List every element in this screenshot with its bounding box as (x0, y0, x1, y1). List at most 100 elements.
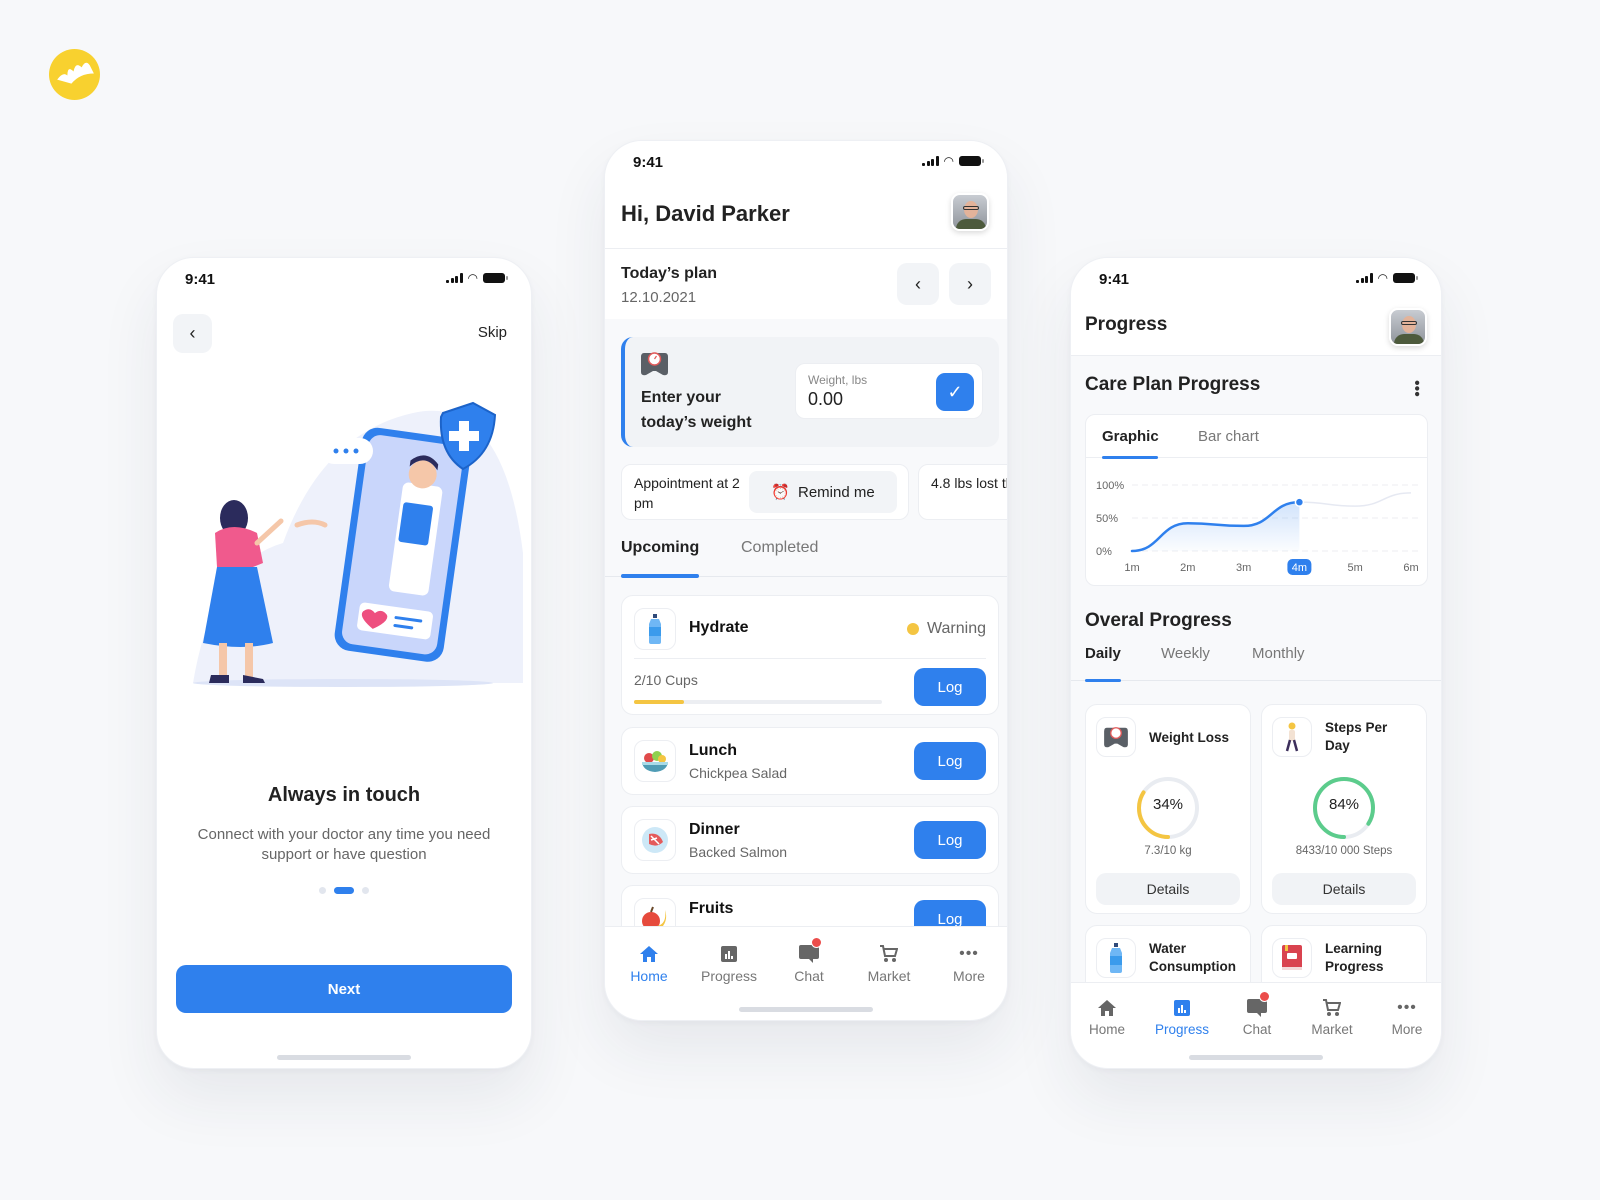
appointment-card: Appointment at 2 pm ⏰ Remind me (621, 464, 909, 520)
tab-weekly[interactable]: Weekly (1161, 645, 1210, 662)
tab-label: Progress (1154, 1022, 1210, 1037)
warning-dot-icon (907, 623, 920, 635)
tab-home[interactable]: Home (1071, 997, 1143, 1037)
weight-lost-card: 4.8 lbs lost this month (918, 464, 1007, 520)
divider (605, 248, 1007, 249)
x-tick-label: 4m (1292, 562, 1307, 574)
status-bar: 9:41 ◠ (157, 258, 531, 302)
back-button[interactable]: ‹ (173, 314, 212, 353)
weight-prompt: Enter your today’s weight (641, 389, 752, 431)
next-day-button[interactable]: › (949, 263, 991, 305)
prev-day-button[interactable]: ‹ (897, 263, 939, 305)
hydrate-progress-bar (634, 700, 882, 704)
status-bar: 9:41 ◠ (1071, 258, 1441, 302)
percent-value: 84% (1328, 796, 1360, 813)
chevron-left-icon: ‹ (915, 273, 921, 294)
status-time: 9:41 (185, 271, 216, 288)
tab-progress[interactable]: Progress (1146, 997, 1218, 1037)
wifi-icon: ◠ (467, 271, 478, 285)
card-title: Weight Loss (1149, 730, 1230, 745)
bottom-tab-bar: Home Progress Chat Market ••• More (1071, 982, 1441, 1068)
status-time: 9:41 (1099, 271, 1130, 288)
kebab-menu-icon[interactable]: ••• (1408, 380, 1425, 397)
tab-upcoming[interactable]: Upcoming (621, 539, 699, 557)
greeting-title: Hi, David Parker (621, 201, 790, 226)
avatar[interactable] (1389, 308, 1427, 346)
tab-chat[interactable]: Chat (1221, 991, 1293, 1037)
tab-label: Home (630, 968, 668, 984)
weight-input-field[interactable]: Weight, lbs 0.00 ✓ (795, 363, 983, 419)
status-text: Warning (927, 620, 986, 637)
wifi-icon: ◠ (1377, 271, 1388, 285)
tab-more[interactable]: ••• More (929, 943, 1007, 984)
tab-underline (621, 574, 699, 578)
log-button[interactable]: Log (914, 742, 986, 780)
tab-underline (1085, 679, 1121, 682)
details-button[interactable]: Details (1272, 873, 1416, 905)
tab-label: Market (1311, 1022, 1353, 1037)
task-name: Hydrate (689, 619, 749, 636)
x-tick-label: 6m (1403, 562, 1418, 574)
tab-progress[interactable]: Progress (689, 943, 769, 984)
water-bottle-icon (634, 608, 676, 650)
y-tick-label: 0% (1096, 546, 1112, 558)
care-plan-line-chart: 0% 50% 100% 1m 2m 3m 4m 5m 6m (1096, 480, 1421, 575)
progress-screen: 9:41 ◠ Progress Care Plan Progress ••• G… (1070, 257, 1442, 1069)
tab-daily[interactable]: Daily (1085, 645, 1121, 662)
home-indicator (1189, 1055, 1323, 1060)
skip-button[interactable]: Skip (478, 324, 507, 341)
log-button[interactable]: Log (914, 821, 986, 859)
tab-completed[interactable]: Completed (741, 539, 818, 557)
highlight-point (1294, 497, 1305, 507)
weight-entry-card: Enter your today’s weight Weight, lbs 0.… (621, 337, 999, 447)
scale-icon (641, 352, 668, 376)
x-tick-label: 2m (1180, 562, 1195, 574)
chevron-right-icon: › (967, 273, 973, 294)
confirm-weight-button[interactable]: ✓ (936, 373, 974, 411)
notification-badge (811, 937, 822, 948)
tab-label: Chat (1242, 1022, 1272, 1037)
walking-person-icon (1272, 717, 1312, 757)
avatar[interactable] (951, 193, 989, 231)
more-dots-icon: ••• (959, 945, 979, 962)
page-dot-active[interactable] (334, 887, 354, 894)
notification-badge (1259, 991, 1270, 1002)
book-icon (1272, 938, 1312, 978)
details-button[interactable]: Details (1096, 873, 1240, 905)
tab-bar-chart[interactable]: Bar chart (1198, 428, 1259, 445)
divider (634, 658, 986, 659)
weight-input-value[interactable]: 0.00 (808, 389, 843, 410)
next-button[interactable]: Next (176, 965, 512, 1013)
tab-market[interactable]: Market (849, 943, 929, 984)
cart-icon (1323, 999, 1341, 1016)
plan-date: 12.10.2021 (621, 289, 697, 306)
page-dot[interactable] (362, 887, 369, 894)
series-line-projected (1299, 492, 1412, 507)
alarm-clock-icon: ⏰ (771, 484, 790, 501)
tab-more[interactable]: ••• More (1371, 997, 1441, 1037)
more-dots-icon: ••• (1397, 999, 1417, 1016)
card-subtitle: 8433/10 000 Steps (1295, 845, 1393, 857)
page-dot[interactable] (319, 887, 326, 894)
x-tick-label: 5m (1348, 562, 1363, 574)
y-tick-label: 50% (1096, 513, 1118, 525)
tab-monthly[interactable]: Monthly (1252, 645, 1305, 662)
weight-lost-text: 4.8 lbs lost this month (931, 475, 1007, 491)
tab-graphic[interactable]: Graphic (1102, 428, 1159, 445)
remind-me-button[interactable]: ⏰ Remind me (749, 471, 897, 513)
battery-icon (483, 273, 508, 283)
salmon-icon (634, 819, 676, 861)
wifi-icon: ◠ (943, 154, 954, 168)
tab-market[interactable]: Market (1296, 997, 1368, 1037)
tab-chat[interactable]: Chat (769, 937, 849, 984)
care-plan-title: Care Plan Progress (1085, 374, 1261, 395)
tab-home[interactable]: Home (609, 943, 689, 984)
bottom-tab-bar: Home Progress Chat Market ••• More (605, 926, 1007, 1020)
percent-value: 34% (1152, 796, 1184, 813)
doctor-video-call-illustration (193, 401, 523, 687)
battery-icon (959, 156, 984, 166)
log-button[interactable]: Log (914, 668, 986, 706)
tab-label: More (953, 968, 985, 984)
salad-bowl-icon (634, 740, 676, 782)
x-tick-label: 1m (1124, 562, 1139, 574)
